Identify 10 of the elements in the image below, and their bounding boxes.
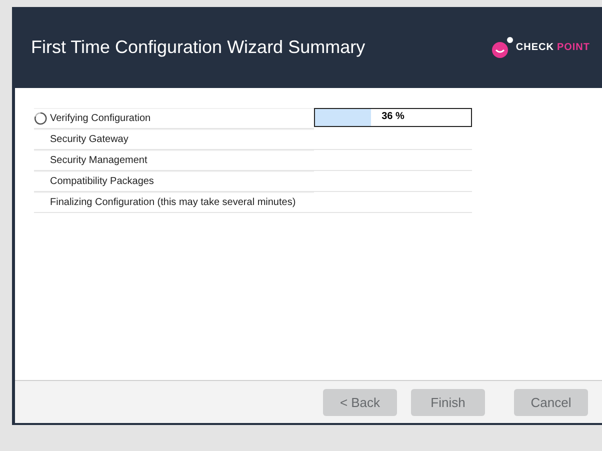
step-label: Verifying Configuration [50, 113, 151, 124]
progress-reading: 36 % [380, 111, 406, 122]
step-label: Compatibility Packages [50, 176, 154, 187]
logo-text: POINT [556, 42, 590, 53]
window-title: First Time Configuration Wizard Summary [31, 37, 366, 58]
logo-text: CHECK [516, 42, 554, 53]
step-label: Security Gateway [50, 134, 128, 145]
step-label: Finalizing Configuration (this may take several minutes) [50, 197, 296, 208]
logo-icon [490, 36, 513, 58]
step-label: Security Management [50, 155, 148, 166]
